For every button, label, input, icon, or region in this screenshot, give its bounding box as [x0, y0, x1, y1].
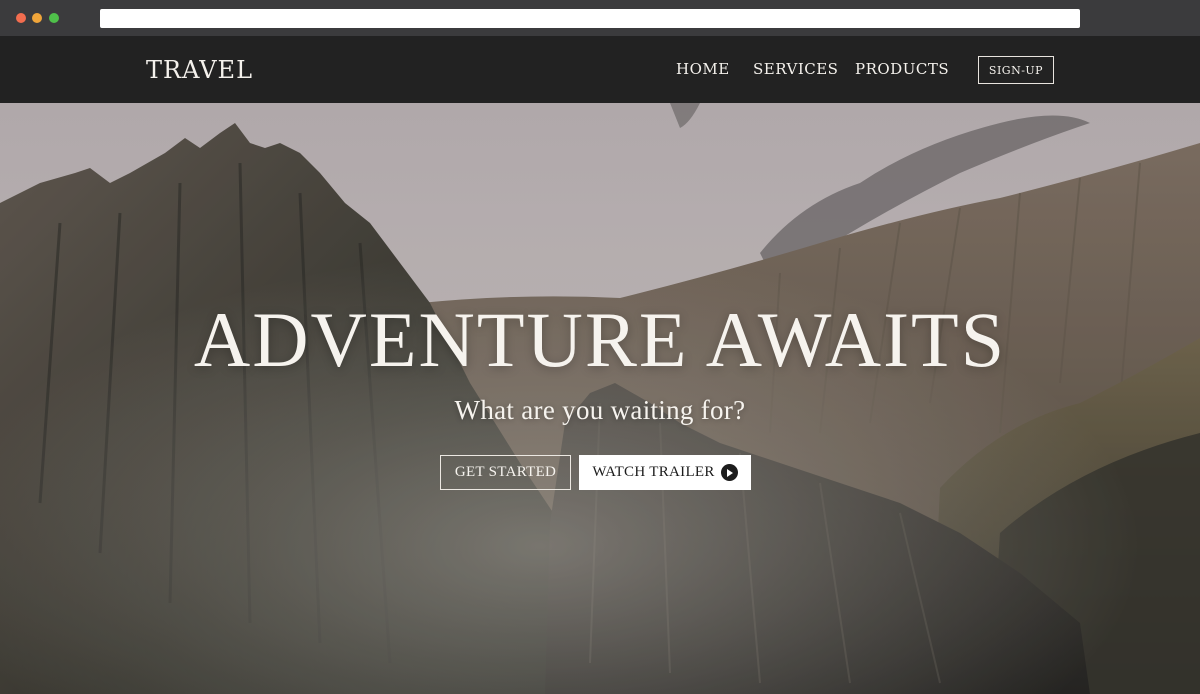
get-started-button[interactable]: GET STARTED: [440, 455, 571, 490]
signup-button[interactable]: SIGN-UP: [978, 56, 1054, 84]
minimize-window-icon[interactable]: [32, 13, 42, 23]
hero-title: ADVENTURE AWAITS: [193, 296, 1007, 383]
play-circle-icon: [720, 464, 738, 481]
close-window-icon[interactable]: [16, 13, 26, 23]
hero-section: ADVENTURE AWAITS What are you waiting fo…: [0, 103, 1200, 694]
nav-link-services[interactable]: SERVICES: [753, 60, 838, 78]
nav-link-products[interactable]: PRODUCTS: [855, 60, 949, 78]
brand-logo[interactable]: TRAVEL: [146, 56, 253, 84]
hero-subtitle: What are you waiting for?: [454, 395, 746, 425]
watch-trailer-button[interactable]: WATCH TRAILER: [579, 455, 751, 490]
address-bar[interactable]: [100, 9, 1080, 28]
nav-link-home[interactable]: HOME: [676, 60, 730, 78]
browser-chrome: [0, 0, 1200, 36]
maximize-window-icon[interactable]: [49, 13, 59, 23]
watch-trailer-label: WATCH TRAILER: [592, 464, 715, 480]
site-navbar: TRAVEL HOME SERVICES PRODUCTS SIGN-UP: [0, 36, 1200, 103]
